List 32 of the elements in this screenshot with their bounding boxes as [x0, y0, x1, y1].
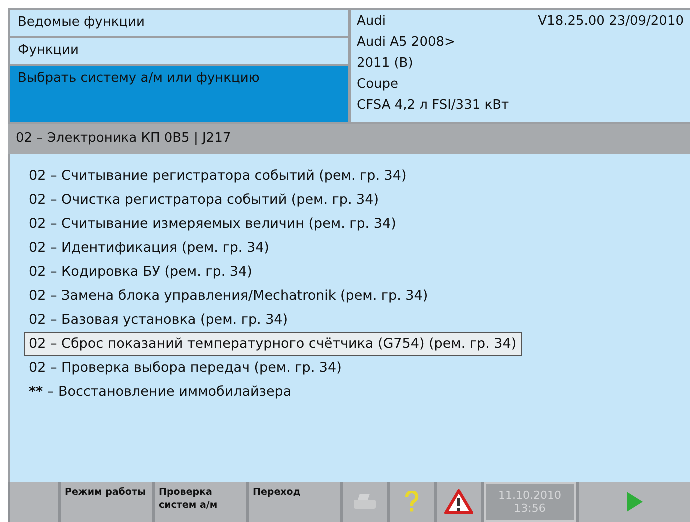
function-item[interactable]: 02 – Считывание измеряемых величин (рем. гр. 34): [24, 212, 402, 236]
function-item[interactable]: 02 – Замена блока управления/Mechatronik (рем. гр. 34): [24, 284, 434, 308]
vehicle-detail: Coupe: [357, 76, 400, 94]
toolbar-button[interactable]: [10, 482, 58, 522]
function-item[interactable]: 02 – Сброс показаний температурного счётчика (G754) (рем. гр. 34): [24, 332, 522, 356]
toolbar-button[interactable]: Режим работы: [61, 482, 152, 522]
vehicle-brand: Audi: [357, 13, 386, 31]
vehicle-detail: 2011 (B): [357, 55, 414, 73]
vehicle-detail: CFSA 4,2 л FSI/331 кВт: [357, 97, 510, 115]
question-mark-icon: [405, 491, 419, 513]
function-item[interactable]: 02 – Считывание регистратора событий (рем. гр. 34): [24, 164, 412, 188]
function-item[interactable]: 02 – Очистка регистратора событий (рем. гр. 34): [24, 188, 384, 212]
toolbar-button[interactable]: Проверка систем а/м: [155, 482, 246, 522]
warning-icon: [444, 489, 474, 515]
breadcrumb-item[interactable]: Выбрать систему а/м или функцию: [10, 66, 348, 122]
breadcrumb-item[interactable]: Функции: [10, 38, 348, 64]
play-icon: [626, 491, 644, 513]
function-item[interactable]: 02 – Проверка выбора передач (рем. гр. 34): [24, 356, 347, 380]
system-bar: 02 – Электроника КП 0B5 | J217: [8, 124, 690, 154]
version-text: V18.25.00 23/09/2010: [538, 13, 684, 31]
breadcrumb-item[interactable]: Ведомые функции: [10, 10, 348, 36]
vehicle-detail: Audi A5 2008>: [357, 34, 456, 52]
function-item[interactable]: 02 – Базовая установка (рем. гр. 34): [24, 308, 294, 332]
printer-icon: [352, 492, 378, 512]
function-item[interactable]: ** – Восстановление иммобилайзера: [24, 380, 297, 404]
date-text: 11.10.2010: [498, 489, 562, 502]
function-item[interactable]: 02 – Кодировка БУ (рем. гр. 34): [24, 260, 258, 284]
time-text: 13:56: [514, 502, 546, 515]
toolbar-button[interactable]: Переход: [249, 482, 340, 522]
function-item[interactable]: 02 – Идентификация (рем. гр. 34): [24, 236, 274, 260]
warning-button[interactable]: [437, 482, 481, 522]
next-button[interactable]: [579, 482, 690, 522]
